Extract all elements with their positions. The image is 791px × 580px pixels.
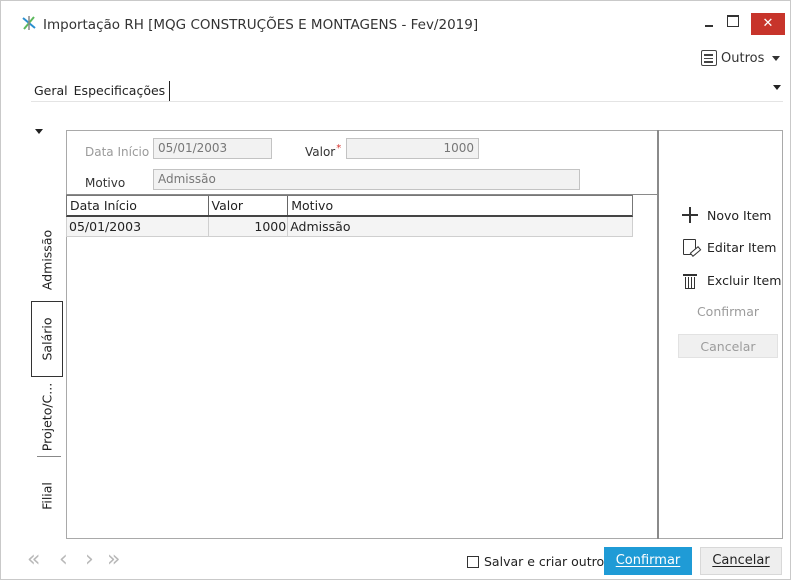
excluir-item-label: Excluir Item xyxy=(707,272,782,288)
cell-motivo: Admissão xyxy=(290,219,351,234)
side-tab-separator xyxy=(37,456,61,457)
excluir-item-button[interactable]: Excluir Item xyxy=(681,269,781,291)
save-and-new-option[interactable]: Salvar e criar outro xyxy=(467,554,604,569)
motivo-field[interactable]: Admissão xyxy=(153,169,580,190)
item-confirm-button[interactable]: Confirmar xyxy=(678,300,778,324)
outros-label: Outros xyxy=(721,50,765,66)
outros-menu-button[interactable]: Outros xyxy=(701,48,781,68)
tabs-overflow-icon[interactable] xyxy=(773,85,781,90)
data-grid: Data Início Valor Motivo 05/01/2003 1000… xyxy=(66,195,633,237)
nav-last-icon[interactable]: » xyxy=(107,549,120,571)
edit-document-icon xyxy=(683,239,696,255)
valor-label: Valor* xyxy=(305,143,342,159)
item-cancel-button[interactable]: Cancelar xyxy=(678,334,778,358)
cell-valor: 1000 xyxy=(209,217,289,236)
side-tab-admissao[interactable]: Admissão xyxy=(31,221,63,299)
dialog-window: Importação RH [MQG CONSTRUÇÕES E MONTAGE… xyxy=(0,0,791,580)
column-header-motivo[interactable]: Motivo xyxy=(288,196,632,215)
close-button[interactable]: ✕ xyxy=(751,13,785,35)
valor-field[interactable]: 1000 xyxy=(346,138,479,159)
editar-item-label: Editar Item xyxy=(707,239,777,255)
list-icon xyxy=(701,50,717,66)
column-header-data-inicio[interactable]: Data Início xyxy=(67,196,209,215)
nav-first-icon[interactable]: « xyxy=(27,549,40,571)
minimize-button[interactable] xyxy=(701,13,719,31)
plus-icon xyxy=(681,206,699,224)
side-tab-salario[interactable]: Salário xyxy=(31,301,63,377)
grid-header: Data Início Valor Motivo xyxy=(66,195,633,217)
table-row[interactable]: 05/01/2003 1000 Admissão xyxy=(66,217,633,237)
maximize-button[interactable] xyxy=(727,15,739,27)
nav-next-icon[interactable]: › xyxy=(85,549,94,571)
cancel-button[interactable]: Cancelar xyxy=(700,547,782,575)
data-inicio-label: Data Início xyxy=(85,145,150,159)
content-panel xyxy=(66,130,783,539)
data-inicio-field[interactable]: 05/01/2003 xyxy=(153,138,272,159)
chevron-down-icon xyxy=(772,55,781,61)
nav-prev-icon[interactable]: ‹ xyxy=(59,549,68,571)
tab-geral[interactable]: Geral xyxy=(31,81,71,101)
side-tabs-collapse-icon[interactable] xyxy=(35,129,43,134)
window-title: Importação RH [MQG CONSTRUÇÕES E MONTAGE… xyxy=(43,17,479,33)
novo-item-label: Novo Item xyxy=(707,207,772,223)
top-tabs: Geral Especificações xyxy=(31,79,171,101)
column-header-valor[interactable]: Valor xyxy=(209,196,289,215)
tabs-divider xyxy=(31,101,783,102)
side-tab-projeto[interactable]: Projeto/C... xyxy=(31,379,63,455)
save-and-new-checkbox[interactable] xyxy=(467,555,479,568)
title-bar: Importação RH [MQG CONSTRUÇÕES E MONTAGE… xyxy=(1,1,790,41)
novo-item-button[interactable]: Novo Item xyxy=(681,204,771,226)
save-and-new-label: Salvar e criar outro xyxy=(484,554,605,569)
motivo-label: Motivo xyxy=(85,176,126,190)
required-marker: * xyxy=(336,143,342,154)
trash-icon xyxy=(683,272,697,289)
side-tab-filial[interactable]: Filial xyxy=(31,461,63,531)
confirm-button[interactable]: Confirmar xyxy=(604,547,692,575)
panel-divider xyxy=(657,130,659,539)
cell-data-inicio: 05/01/2003 xyxy=(67,217,209,236)
app-logo-icon xyxy=(22,16,36,30)
editar-item-button[interactable]: Editar Item xyxy=(681,236,776,258)
tab-especificacoes[interactable]: Especificações xyxy=(71,81,171,101)
